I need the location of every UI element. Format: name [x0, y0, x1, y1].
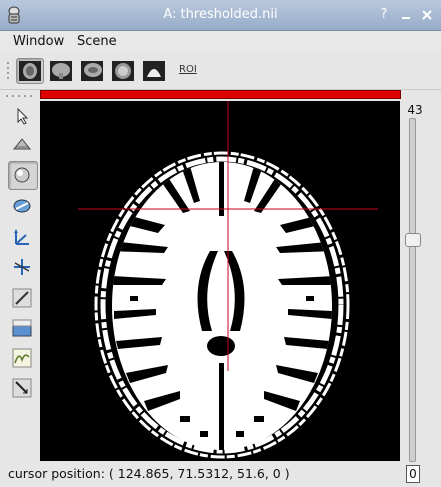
plane-tool[interactable] — [8, 130, 38, 159]
window-title: A: thresholded.nii — [163, 7, 278, 22]
segment-icon — [12, 348, 32, 368]
tool-column — [0, 90, 40, 460]
cursor-position-status: cursor position: ( 124.865, 71.5312, 51.… — [8, 466, 290, 481]
axes-icon — [14, 229, 29, 245]
menu-scene[interactable]: Scene — [77, 34, 117, 49]
close-icon[interactable] — [419, 7, 435, 23]
volume-render-icon — [143, 61, 165, 81]
axial-view-icon — [19, 61, 41, 81]
menu-window[interactable]: Window — [13, 34, 64, 49]
move-icon — [14, 259, 30, 275]
toolbar-grip-icon[interactable] — [4, 94, 34, 99]
draw-icon — [12, 288, 32, 308]
level-tool[interactable] — [8, 314, 38, 343]
title-bar[interactable]: A: thresholded.nii ? — [0, 0, 441, 31]
oblique-view-button[interactable] — [109, 58, 137, 84]
roi-button[interactable]: ROI — [179, 64, 197, 75]
rotate-icon — [13, 199, 31, 213]
segment-tool[interactable] — [8, 344, 38, 373]
axial-view-button[interactable] — [16, 58, 44, 84]
slice-number-field[interactable]: 0 — [406, 465, 420, 483]
trackball-icon — [14, 167, 30, 183]
sagittal-view-button[interactable] — [78, 58, 106, 84]
toolbar-grip-icon[interactable] — [5, 59, 11, 83]
oblique-view-icon — [112, 61, 134, 81]
slice-slider-track[interactable] — [409, 118, 416, 462]
coronal-view-button[interactable] — [47, 58, 75, 84]
sagittal-view-icon — [81, 61, 103, 81]
draw-tool[interactable] — [8, 284, 38, 313]
image-viewport[interactable] — [40, 101, 400, 461]
toolbar: ROI — [0, 53, 441, 90]
trackball-tool[interactable] — [8, 161, 38, 190]
ruler-tool[interactable] — [8, 374, 38, 403]
move-tool[interactable] — [8, 253, 38, 282]
brain-slice-image — [78, 101, 378, 459]
coronal-view-icon — [50, 61, 72, 81]
pointer-icon — [17, 107, 29, 125]
pointer-tool[interactable] — [8, 102, 38, 131]
ruler-icon — [12, 378, 32, 398]
slice-slider-thumb[interactable] — [405, 233, 421, 247]
menu-bar: Window Scene — [0, 31, 441, 53]
minimize-icon[interactable] — [398, 7, 414, 23]
axes-tool[interactable] — [8, 223, 38, 252]
level-icon — [12, 319, 32, 337]
slice-value-label: 43 — [407, 103, 423, 117]
plane-icon — [12, 138, 32, 150]
help-icon[interactable]: ? — [376, 7, 392, 23]
rotate-tool[interactable] — [8, 192, 38, 221]
slice-indicator-bar — [40, 90, 401, 99]
volume-render-button[interactable] — [140, 58, 168, 84]
